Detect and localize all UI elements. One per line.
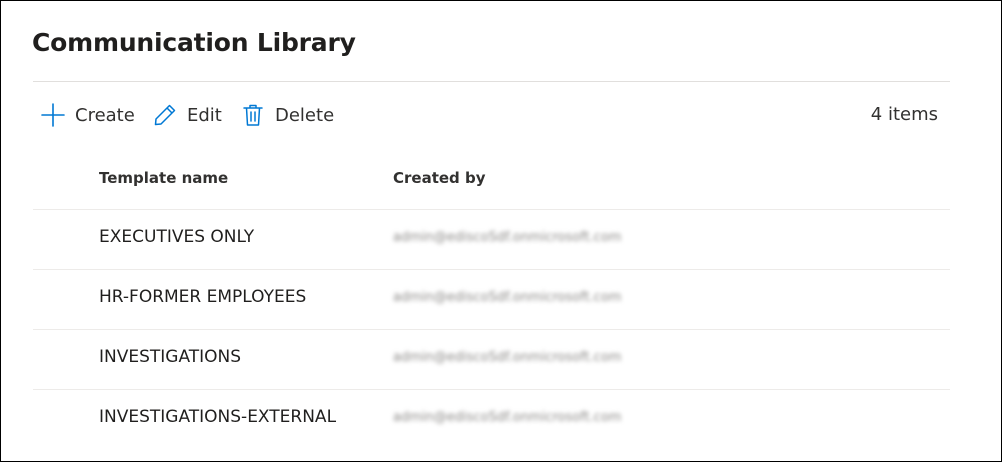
template-name-cell: INVESTIGATIONS (99, 347, 242, 367)
plus-icon (41, 103, 65, 127)
table-row[interactable]: INVESTIGATIONS-EXTERNAL admin@ediscoSdf.… (33, 390, 950, 449)
created-by-cell: admin@ediscoSdf.onmicrosoft.com (393, 290, 622, 305)
template-name-cell: INVESTIGATIONS-EXTERNAL (99, 407, 337, 427)
page-title: Communication Library (32, 28, 356, 57)
column-header-created-by[interactable]: Created by (393, 169, 486, 187)
created-by-cell: admin@ediscoSdf.onmicrosoft.com (393, 410, 622, 425)
created-by-cell: admin@ediscoSdf.onmicrosoft.com (393, 350, 622, 365)
pencil-icon (153, 103, 177, 127)
table-row[interactable]: EXECUTIVES ONLY admin@ediscoSdf.onmicros… (33, 210, 950, 270)
table-row[interactable]: INVESTIGATIONS admin@ediscoSdf.onmicroso… (33, 330, 950, 390)
column-header-template-name[interactable]: Template name (99, 169, 228, 187)
templates-table: Template name Created by EXECUTIVES ONLY… (33, 151, 950, 449)
table-row[interactable]: HR-FORMER EMPLOYEES admin@ediscoSdf.onmi… (33, 270, 950, 330)
created-by-cell: admin@ediscoSdf.onmicrosoft.com (393, 230, 622, 245)
table-header: Template name Created by (33, 151, 950, 210)
communication-library-panel: Communication Library Create Edit Delete… (0, 0, 1002, 462)
delete-button-label: Delete (275, 104, 335, 126)
create-button-label: Create (75, 104, 135, 126)
command-bar: Create Edit Delete 4 items (33, 97, 950, 133)
create-button[interactable]: Create (41, 97, 135, 133)
title-divider (33, 81, 950, 82)
edit-button[interactable]: Edit (153, 97, 222, 133)
template-name-cell: EXECUTIVES ONLY (99, 227, 255, 247)
item-count: 4 items (870, 104, 938, 125)
trash-icon (241, 103, 265, 127)
template-name-cell: HR-FORMER EMPLOYEES (99, 287, 307, 307)
delete-button[interactable]: Delete (241, 97, 334, 133)
edit-button-label: Edit (187, 104, 222, 126)
